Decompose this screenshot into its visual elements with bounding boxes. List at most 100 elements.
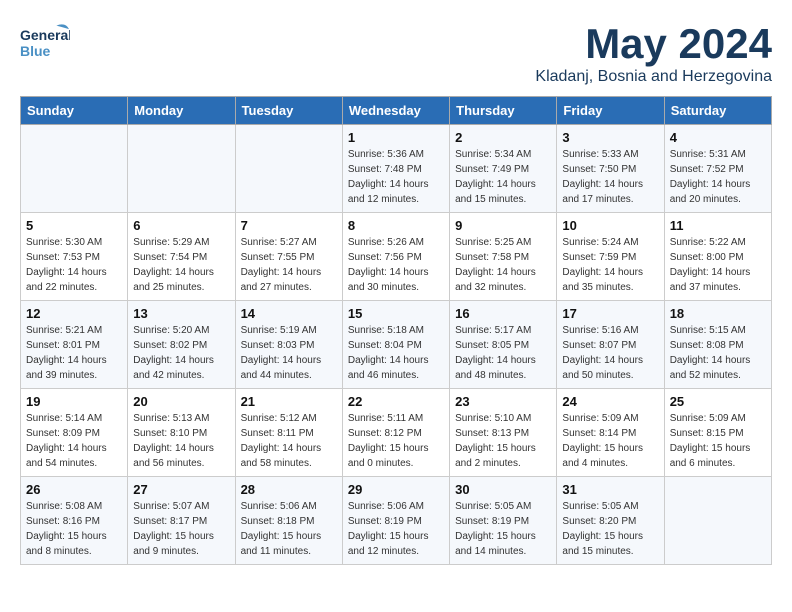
- cell-info: Sunrise: 5:06 AM Sunset: 8:18 PM Dayligh…: [241, 499, 337, 559]
- calendar-cell: 14 Sunrise: 5:19 AM Sunset: 8:03 PM Dayli…: [235, 301, 342, 389]
- column-header-sunday: Sunday: [21, 97, 128, 125]
- calendar-cell: 5 Sunrise: 5:30 AM Sunset: 7:53 PM Daylig…: [21, 213, 128, 301]
- week-row-4: 19 Sunrise: 5:14 AM Sunset: 8:09 PM Dayli…: [21, 389, 772, 477]
- day-number: 28: [241, 482, 337, 497]
- day-number: 4: [670, 130, 766, 145]
- day-number: 24: [562, 394, 658, 409]
- calendar-cell: [21, 125, 128, 213]
- week-row-2: 5 Sunrise: 5:30 AM Sunset: 7:53 PM Daylig…: [21, 213, 772, 301]
- week-row-1: 1 Sunrise: 5:36 AM Sunset: 7:48 PM Daylig…: [21, 125, 772, 213]
- cell-info: Sunrise: 5:12 AM Sunset: 8:11 PM Dayligh…: [241, 411, 337, 471]
- day-number: 5: [26, 218, 122, 233]
- calendar-cell: 6 Sunrise: 5:29 AM Sunset: 7:54 PM Daylig…: [128, 213, 235, 301]
- calendar-cell: [128, 125, 235, 213]
- calendar-cell: 20Sunrise: 5:13 AM Sunset: 8:10 PM Dayli…: [128, 389, 235, 477]
- day-number: 17: [562, 306, 658, 321]
- day-number: 30: [455, 482, 551, 497]
- day-number: 27: [133, 482, 229, 497]
- day-number: 26: [26, 482, 122, 497]
- calendar-cell: 8 Sunrise: 5:26 AM Sunset: 7:56 PM Daylig…: [342, 213, 449, 301]
- cell-info: Sunrise: 5:25 AM Sunset: 7:58 PM Dayligh…: [455, 235, 551, 295]
- day-number: 3: [562, 130, 658, 145]
- day-number: 14: [241, 306, 337, 321]
- cell-info: Sunrise: 5:34 AM Sunset: 7:49 PM Dayligh…: [455, 147, 551, 207]
- day-number: 8: [348, 218, 444, 233]
- cell-info: Sunrise: 5:30 AM Sunset: 7:53 PM Dayligh…: [26, 235, 122, 295]
- cell-info: Sunrise: 5:08 AM Sunset: 8:16 PM Dayligh…: [26, 499, 122, 559]
- cell-info: Sunrise: 5:09 AM Sunset: 8:15 PM Dayligh…: [670, 411, 766, 471]
- day-number: 15: [348, 306, 444, 321]
- cell-info: Sunrise: 5:20 AM Sunset: 8:02 PM Dayligh…: [133, 323, 229, 383]
- calendar-cell: 24 Sunrise: 5:09 AM Sunset: 8:14 PM Dayli…: [557, 389, 664, 477]
- column-header-tuesday: Tuesday: [235, 97, 342, 125]
- calendar-cell: 11 Sunrise: 5:22 AM Sunset: 8:00 PM Dayli…: [664, 213, 771, 301]
- logo-icon: General Blue: [20, 20, 70, 65]
- calendar-cell: 27 Sunrise: 5:07 AM Sunset: 8:17 PM Dayli…: [128, 477, 235, 565]
- cell-info: Sunrise: 5:14 AM Sunset: 8:09 PM Dayligh…: [26, 411, 122, 471]
- cell-info: Sunrise: 5:26 AM Sunset: 7:56 PM Dayligh…: [348, 235, 444, 295]
- calendar-cell: 29Sunrise: 5:06 AM Sunset: 8:19 PM Dayli…: [342, 477, 449, 565]
- calendar-cell: 16 Sunrise: 5:17 AM Sunset: 8:05 PM Dayli…: [450, 301, 557, 389]
- month-title: May 2024: [535, 20, 772, 68]
- day-number: 12: [26, 306, 122, 321]
- cell-info: Sunrise: 5:33 AM Sunset: 7:50 PM Dayligh…: [562, 147, 658, 207]
- column-header-thursday: Thursday: [450, 97, 557, 125]
- week-row-5: 26 Sunrise: 5:08 AM Sunset: 8:16 PM Dayli…: [21, 477, 772, 565]
- day-number: 31: [562, 482, 658, 497]
- cell-info: Sunrise: 5:10 AM Sunset: 8:13 PM Dayligh…: [455, 411, 551, 471]
- title-block: May 2024 Kladanj, Bosnia and Herzegovina: [535, 20, 772, 86]
- day-number: 6: [133, 218, 229, 233]
- day-number: 9: [455, 218, 551, 233]
- cell-info: Sunrise: 5:16 AM Sunset: 8:07 PM Dayligh…: [562, 323, 658, 383]
- cell-info: Sunrise: 5:06 AM Sunset: 8:19 PM Dayligh…: [348, 499, 444, 559]
- day-number: 2: [455, 130, 551, 145]
- calendar-header-row: SundayMondayTuesdayWednesdayThursdayFrid…: [21, 97, 772, 125]
- calendar-cell: 12 Sunrise: 5:21 AM Sunset: 8:01 PM Dayli…: [21, 301, 128, 389]
- column-header-wednesday: Wednesday: [342, 97, 449, 125]
- calendar-cell: [664, 477, 771, 565]
- day-number: 11: [670, 218, 766, 233]
- day-number: 1: [348, 130, 444, 145]
- cell-info: Sunrise: 5:36 AM Sunset: 7:48 PM Dayligh…: [348, 147, 444, 207]
- logo: General Blue: [20, 20, 70, 70]
- cell-info: Sunrise: 5:31 AM Sunset: 7:52 PM Dayligh…: [670, 147, 766, 207]
- cell-info: Sunrise: 5:15 AM Sunset: 8:08 PM Dayligh…: [670, 323, 766, 383]
- calendar-cell: 7 Sunrise: 5:27 AM Sunset: 7:55 PM Daylig…: [235, 213, 342, 301]
- day-number: 7: [241, 218, 337, 233]
- week-row-3: 12 Sunrise: 5:21 AM Sunset: 8:01 PM Dayli…: [21, 301, 772, 389]
- cell-info: Sunrise: 5:24 AM Sunset: 7:59 PM Dayligh…: [562, 235, 658, 295]
- column-header-monday: Monday: [128, 97, 235, 125]
- day-number: 21: [241, 394, 337, 409]
- calendar-cell: 23 Sunrise: 5:10 AM Sunset: 8:13 PM Dayli…: [450, 389, 557, 477]
- calendar-cell: 15 Sunrise: 5:18 AM Sunset: 8:04 PM Dayli…: [342, 301, 449, 389]
- cell-info: Sunrise: 5:07 AM Sunset: 8:17 PM Dayligh…: [133, 499, 229, 559]
- page-header: General Blue May 2024 Kladanj, Bosnia an…: [20, 20, 772, 86]
- cell-info: Sunrise: 5:18 AM Sunset: 8:04 PM Dayligh…: [348, 323, 444, 383]
- day-number: 10: [562, 218, 658, 233]
- cell-info: Sunrise: 5:09 AM Sunset: 8:14 PM Dayligh…: [562, 411, 658, 471]
- day-number: 25: [670, 394, 766, 409]
- calendar-cell: 2 Sunrise: 5:34 AM Sunset: 7:49 PM Daylig…: [450, 125, 557, 213]
- cell-info: Sunrise: 5:21 AM Sunset: 8:01 PM Dayligh…: [26, 323, 122, 383]
- cell-info: Sunrise: 5:17 AM Sunset: 8:05 PM Dayligh…: [455, 323, 551, 383]
- calendar-cell: 21 Sunrise: 5:12 AM Sunset: 8:11 PM Dayli…: [235, 389, 342, 477]
- svg-text:General: General: [20, 27, 70, 43]
- day-number: 20: [133, 394, 229, 409]
- calendar-cell: 9 Sunrise: 5:25 AM Sunset: 7:58 PM Daylig…: [450, 213, 557, 301]
- day-number: 19: [26, 394, 122, 409]
- calendar-cell: 31Sunrise: 5:05 AM Sunset: 8:20 PM Dayli…: [557, 477, 664, 565]
- calendar-cell: 26 Sunrise: 5:08 AM Sunset: 8:16 PM Dayli…: [21, 477, 128, 565]
- day-number: 23: [455, 394, 551, 409]
- column-header-friday: Friday: [557, 97, 664, 125]
- day-number: 16: [455, 306, 551, 321]
- cell-info: Sunrise: 5:19 AM Sunset: 8:03 PM Dayligh…: [241, 323, 337, 383]
- cell-info: Sunrise: 5:29 AM Sunset: 7:54 PM Dayligh…: [133, 235, 229, 295]
- cell-info: Sunrise: 5:27 AM Sunset: 7:55 PM Dayligh…: [241, 235, 337, 295]
- day-number: 13: [133, 306, 229, 321]
- calendar-cell: 18Sunrise: 5:15 AM Sunset: 8:08 PM Dayli…: [664, 301, 771, 389]
- calendar-cell: 19 Sunrise: 5:14 AM Sunset: 8:09 PM Dayli…: [21, 389, 128, 477]
- calendar-table: SundayMondayTuesdayWednesdayThursdayFrid…: [20, 96, 772, 565]
- calendar-cell: 10 Sunrise: 5:24 AM Sunset: 7:59 PM Dayli…: [557, 213, 664, 301]
- cell-info: Sunrise: 5:22 AM Sunset: 8:00 PM Dayligh…: [670, 235, 766, 295]
- day-number: 22: [348, 394, 444, 409]
